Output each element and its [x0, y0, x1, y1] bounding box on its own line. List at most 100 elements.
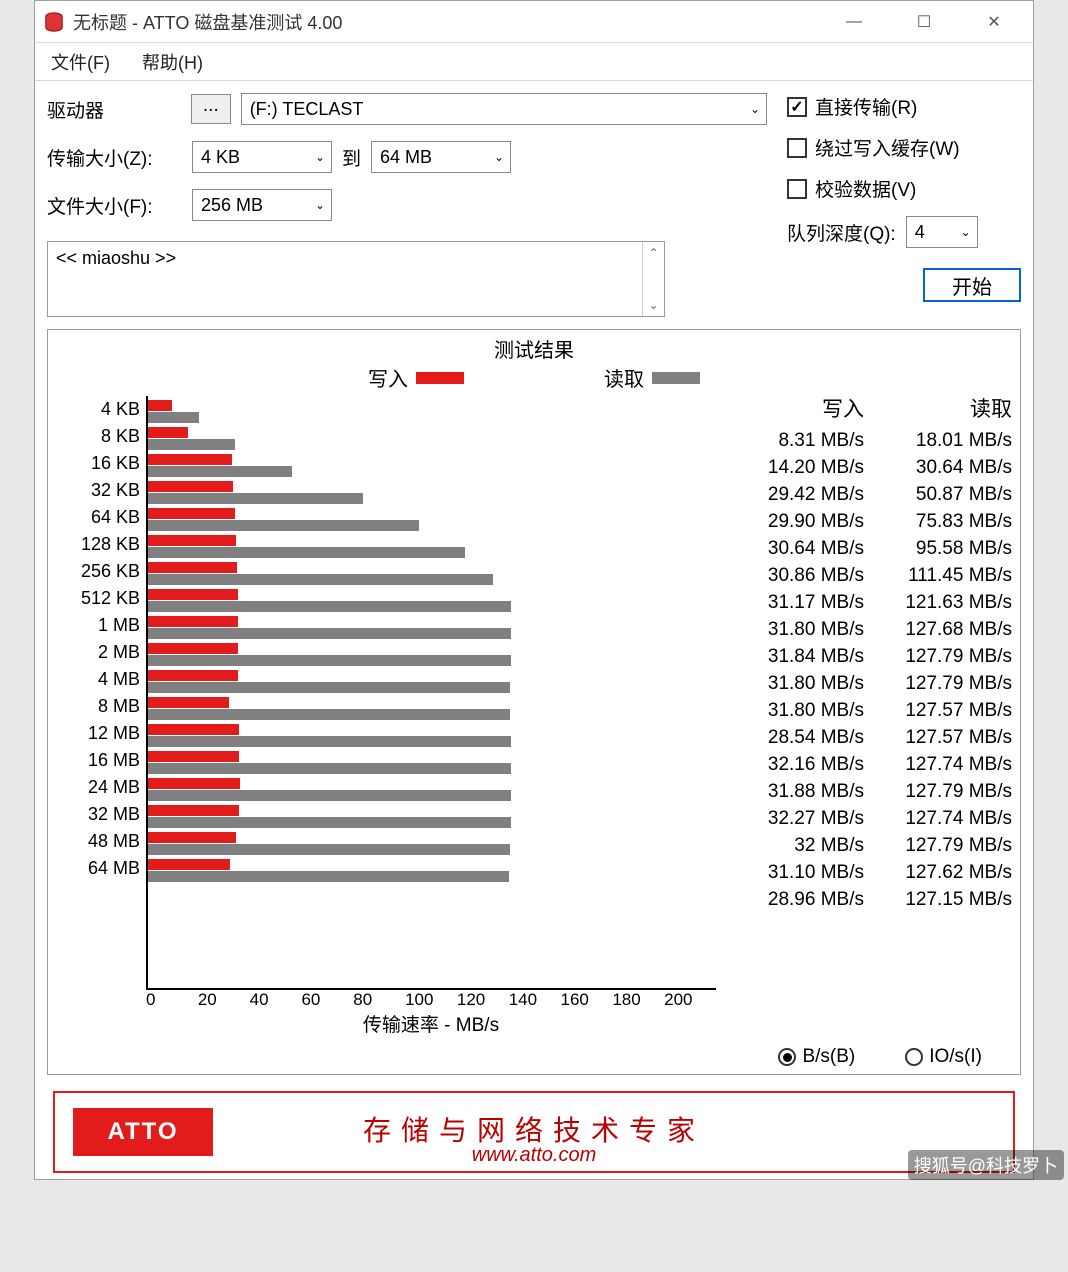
read-bar: [148, 871, 509, 882]
x-tick: 60: [301, 990, 353, 1010]
read-column-head: 读取: [878, 396, 1012, 423]
x-tick: 180: [612, 990, 664, 1010]
description-text: << miaoshu >>: [56, 248, 176, 268]
read-value: 127.68 MB/s: [878, 616, 1012, 643]
write-value: 30.86 MB/s: [730, 562, 864, 589]
menu-help[interactable]: 帮助(H): [138, 45, 207, 79]
bar-pair: [148, 479, 716, 506]
description-box[interactable]: << miaoshu >> ⌃⌄: [47, 241, 665, 317]
queue-depth-dropdown[interactable]: 4⌄: [906, 216, 978, 248]
y-tick: 8 KB: [56, 423, 140, 450]
x-tick: 40: [250, 990, 302, 1010]
watermark: 搜狐号@科技罗卜: [908, 1150, 1064, 1180]
read-bar: [148, 574, 493, 585]
radio-icon: [778, 1048, 796, 1066]
drive-label: 驱动器: [47, 96, 191, 123]
chevron-down-icon: ⌄: [315, 150, 325, 164]
drive-dropdown[interactable]: (F:) TECLAST ⌄: [241, 93, 767, 125]
bar-pair: [148, 857, 716, 884]
y-tick: 48 MB: [56, 828, 140, 855]
y-tick: 24 MB: [56, 774, 140, 801]
write-bar: [148, 697, 229, 708]
read-bar: [148, 763, 511, 774]
write-value: 32 MB/s: [730, 832, 864, 859]
write-bar: [148, 643, 238, 654]
chevron-down-icon: ⌄: [961, 225, 971, 239]
y-tick: 16 KB: [56, 450, 140, 477]
legend-write-swatch: [416, 372, 464, 384]
write-bar: [148, 859, 230, 870]
bar-pair: [148, 560, 716, 587]
bar-pair: [148, 668, 716, 695]
menubar: 文件(F) 帮助(H): [35, 43, 1033, 81]
bar-pair: [148, 425, 716, 452]
y-tick: 512 KB: [56, 585, 140, 612]
bar-pair: [148, 506, 716, 533]
write-value: 29.42 MB/s: [730, 481, 864, 508]
window-title: 无标题 - ATTO 磁盘基准测试 4.00: [73, 9, 831, 35]
footer-url: www.atto.com: [472, 1144, 596, 1167]
unit-ios-radio[interactable]: IO/s(I): [905, 1046, 982, 1068]
bypass-cache-checkbox[interactable]: [787, 138, 807, 158]
bar-pair: [148, 803, 716, 830]
read-values-column: 读取 18.01 MB/s30.64 MB/s50.87 MB/s75.83 M…: [878, 396, 1012, 1040]
read-bar: [148, 547, 465, 558]
drive-value: (F:) TECLAST: [250, 99, 364, 120]
footer-banner: ATTO 存储与网络技术专家 www.atto.com: [53, 1091, 1015, 1173]
queue-depth-label: 队列深度(Q):: [787, 219, 896, 246]
read-value: 127.57 MB/s: [878, 697, 1012, 724]
file-size-label: 文件大小(F):: [47, 192, 192, 219]
write-value: 31.88 MB/s: [730, 778, 864, 805]
y-tick: 32 MB: [56, 801, 140, 828]
write-value: 30.64 MB/s: [730, 535, 864, 562]
write-bar: [148, 481, 233, 492]
transfer-to-dropdown[interactable]: 64 MB⌄: [371, 141, 511, 173]
transfer-from-dropdown[interactable]: 4 KB⌄: [192, 141, 332, 173]
y-tick: 12 MB: [56, 720, 140, 747]
drive-browse-button[interactable]: ...: [191, 94, 231, 124]
read-value: 111.45 MB/s: [878, 562, 1012, 589]
read-bar: [148, 682, 510, 693]
read-value: 127.57 MB/s: [878, 724, 1012, 751]
write-bar: [148, 805, 239, 816]
write-value: 31.80 MB/s: [730, 616, 864, 643]
read-value: 127.15 MB/s: [878, 886, 1012, 913]
verify-data-checkbox[interactable]: [787, 179, 807, 199]
bar-pair: [148, 587, 716, 614]
read-value: 127.74 MB/s: [878, 751, 1012, 778]
direct-io-checkbox[interactable]: [787, 97, 807, 117]
maximize-button[interactable]: ☐: [901, 6, 947, 38]
write-column-head: 写入: [730, 396, 864, 423]
write-bar: [148, 832, 236, 843]
y-tick: 1 MB: [56, 612, 140, 639]
read-value: 30.64 MB/s: [878, 454, 1012, 481]
chart-title: 测试结果: [56, 334, 1012, 363]
scrollbar[interactable]: ⌃⌄: [642, 242, 664, 316]
write-bar: [148, 751, 239, 762]
write-value: 31.10 MB/s: [730, 859, 864, 886]
write-bar: [148, 454, 232, 465]
bar-pair: [148, 830, 716, 857]
y-tick: 256 KB: [56, 558, 140, 585]
read-bar: [148, 709, 510, 720]
radio-icon: [905, 1048, 923, 1066]
menu-file[interactable]: 文件(F): [47, 45, 114, 79]
write-value: 32.27 MB/s: [730, 805, 864, 832]
read-value: 127.79 MB/s: [878, 643, 1012, 670]
read-value: 75.83 MB/s: [878, 508, 1012, 535]
write-bar: [148, 535, 236, 546]
file-size-dropdown[interactable]: 256 MB⌄: [192, 189, 332, 221]
y-tick: 4 KB: [56, 396, 140, 423]
y-tick: 4 MB: [56, 666, 140, 693]
y-tick: 32 KB: [56, 477, 140, 504]
bar-pair: [148, 533, 716, 560]
start-button[interactable]: 开始: [923, 268, 1021, 302]
close-button[interactable]: ✕: [971, 6, 1017, 38]
x-tick: 80: [353, 990, 405, 1010]
read-bar: [148, 520, 419, 531]
unit-bs-radio[interactable]: B/s(B): [778, 1046, 855, 1068]
transfer-to-label: 到: [342, 144, 361, 171]
minimize-button[interactable]: —: [831, 6, 877, 38]
transfer-size-label: 传输大小(Z):: [47, 144, 192, 171]
write-value: 32.16 MB/s: [730, 751, 864, 778]
